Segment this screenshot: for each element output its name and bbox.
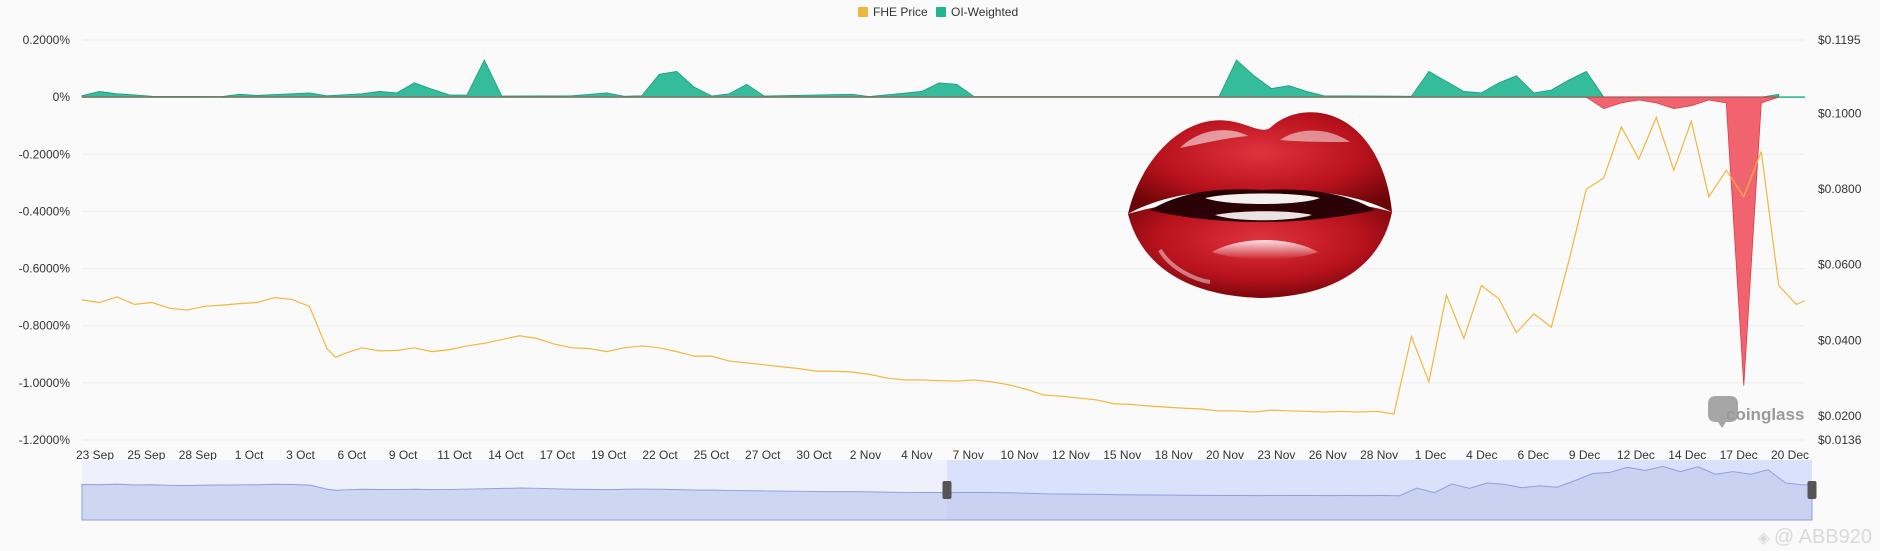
x-tick-label: 17 Dec [1720,448,1758,462]
x-tick-label: 28 Nov [1360,448,1398,462]
x-tick-label: 20 Dec [1771,448,1809,462]
x-tick-label: 6 Oct [337,448,366,462]
x-tick-label: 14 Oct [488,448,524,462]
x-tick-label: 14 Dec [1668,448,1706,462]
right-tick-label: $0.0400 [1818,333,1862,347]
x-tick-label: 12 Dec [1617,448,1655,462]
navigator-handle-left[interactable] [942,481,952,499]
x-axis: 23 Sep 25 Sep 28 Sep 1 Oct 3 Oct 6 Oct 9 Oct 11… [76,448,1809,462]
plot-area [81,59,1806,415]
x-tick-label: 2 Nov [850,448,881,462]
legend-label-oi-weighted[interactable]: OI-Weighted [951,5,1018,19]
x-tick-label: 25 Oct [694,448,730,462]
left-tick-label: -0.6000% [19,262,71,276]
x-tick-label: 9 Dec [1569,448,1600,462]
watermark-text: coinglass [1726,405,1804,424]
x-tick-label: 23 Nov [1257,448,1295,462]
chart-svg: FHE Price OI-Weighted 0.2000% 0% -0.2000% -… [19,5,1862,521]
right-tick-label: $0.1000 [1818,107,1862,121]
x-tick-label: 11 Oct [437,448,472,462]
legend-label-fhe-price[interactable]: FHE Price [873,5,928,19]
grid-lines [82,39,1805,441]
x-tick-label: 19 Oct [591,448,627,462]
x-tick-label: 26 Nov [1309,448,1347,462]
x-tick-label: 23 Sep [76,448,114,462]
x-tick-label: 30 Oct [796,448,832,462]
left-tick-label: -0.8000% [19,319,71,333]
x-tick-label: 28 Sep [179,448,217,462]
right-tick-label: $0.0800 [1818,182,1862,196]
right-axis: $0.1195 $0.1000 $0.0800 $0.0600 $0.0400 $0.02… [1818,33,1862,447]
right-tick-label: $0.0136 [1818,433,1862,447]
x-tick-label: 17 Oct [540,448,576,462]
x-tick-label: 1 Oct [235,448,264,462]
left-tick-label: -0.4000% [19,204,71,218]
x-tick-label: 15 Nov [1103,448,1141,462]
diamond-logo-icon: ◈ [1757,530,1770,547]
left-tick-label: -1.0000% [19,376,71,390]
legend-swatch-oi-weighted [936,7,946,17]
x-tick-label: 1 Dec [1415,448,1446,462]
x-tick-label: 4 Nov [901,448,932,462]
left-tick-label: 0.2000% [23,33,71,47]
left-tick-label: -0.2000% [19,147,71,161]
attribution-credit: ◈ @ ABB920 [1758,526,1872,549]
oi-weighted-negative-area [82,96,1779,386]
chart-legend[interactable]: FHE Price OI-Weighted [858,5,1018,19]
left-tick-label: -1.2000% [19,433,71,447]
left-axis: 0.2000% 0% -0.2000% -0.4000% -0.6000% -0.8000… [19,33,71,447]
x-tick-label: 10 Nov [1001,448,1039,462]
x-tick-label: 7 Nov [953,448,984,462]
x-tick-label: 12 Nov [1052,448,1090,462]
credit-text: @ ABB920 [1773,526,1872,548]
x-tick-label: 6 Dec [1518,448,1549,462]
x-tick-label: 3 Oct [286,448,315,462]
right-tick-label: $0.0200 [1818,409,1862,423]
range-navigator[interactable] [81,460,1817,521]
legend-swatch-fhe-price [858,7,868,17]
x-tick-label: 4 Dec [1466,448,1497,462]
x-tick-label: 27 Oct [745,448,781,462]
right-tick-label: $0.1195 [1818,33,1861,47]
x-tick-label: 20 Nov [1206,448,1244,462]
fhe-price-line [81,115,1806,415]
lips-sticker-image [1128,112,1392,298]
oi-weighted-positive-area [81,59,1780,98]
coinglass-watermark: coinglass [1708,396,1804,428]
x-tick-label: 22 Oct [642,448,678,462]
x-tick-label: 18 Nov [1155,448,1193,462]
left-tick-label: 0% [53,90,71,104]
x-tick-label: 9 Oct [389,448,418,462]
navigator-handle-right[interactable] [1807,481,1817,499]
x-tick-label: 25 Sep [127,448,165,462]
right-tick-label: $0.0600 [1818,258,1862,272]
